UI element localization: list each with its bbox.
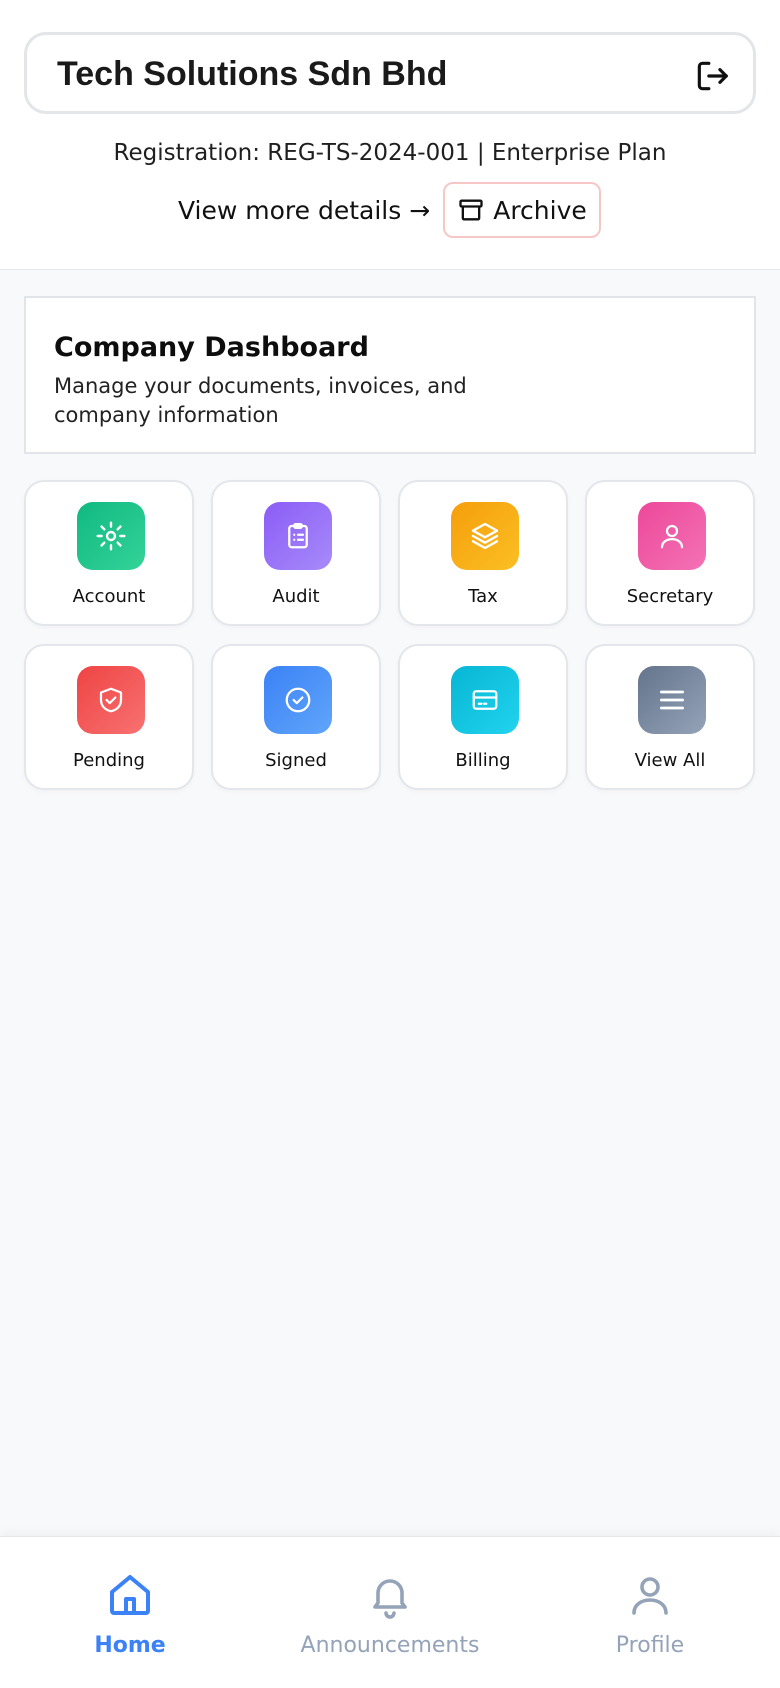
tile-pending[interactable]: Pending <box>24 644 194 790</box>
tile-tax[interactable]: Tax <box>398 480 568 626</box>
secretary-tile-icon <box>638 502 706 570</box>
tile-secretary[interactable]: Secretary <box>585 480 755 626</box>
tile-label: Secretary <box>626 586 714 607</box>
tile-billing[interactable]: Billing <box>398 644 568 790</box>
card-icon <box>472 690 498 710</box>
tile-label: Billing <box>455 750 511 771</box>
tile-account[interactable]: Account <box>24 480 194 626</box>
clipboard-icon <box>288 523 308 549</box>
tax-tile-icon <box>451 502 519 570</box>
nav-home-label: Home <box>94 1633 166 1658</box>
tile-label: Signed <box>265 750 327 771</box>
tile-audit[interactable]: Audit <box>211 480 381 626</box>
tile-label: Tax <box>468 586 498 607</box>
bottom-nav: Home Announcements Profile <box>0 1536 780 1688</box>
home-icon <box>110 1575 150 1615</box>
bell-icon <box>373 1579 407 1619</box>
nav-home[interactable]: Home <box>30 1571 230 1671</box>
archive-button[interactable]: Archive <box>443 182 601 238</box>
dashboard-title: Company Dashboard <box>54 332 369 363</box>
user-icon <box>660 524 684 549</box>
check-circle-icon <box>285 687 311 713</box>
nav-profile[interactable]: Profile <box>550 1571 750 1671</box>
layers-icon <box>471 522 499 550</box>
tile-label: Pending <box>73 750 145 771</box>
nav-announcements-label: Announcements <box>300 1633 480 1658</box>
tile-label: View All <box>634 750 706 771</box>
shortcut-grid: Account Audit Tax Secretary Pending Sign… <box>24 480 756 790</box>
company-name: Tech Solutions Sdn Bhd <box>57 55 448 93</box>
dashboard-subtitle: Manage your documents, invoices, and com… <box>54 374 467 427</box>
registration-info: Registration: REG-TS-2024-001 | Enterpri… <box>113 140 667 166</box>
gear-icon <box>96 521 126 551</box>
tile-label: Audit <box>272 586 320 607</box>
header: Tech Solutions Sdn Bhd Registration: REG… <box>0 0 780 270</box>
tile-label: Account <box>72 586 146 607</box>
dashboard-card: Company Dashboard Manage your documents,… <box>24 296 756 454</box>
view-more-details-link[interactable]: View more details → <box>178 196 430 225</box>
shield-check-icon <box>99 687 123 713</box>
signed-tile-icon <box>264 666 332 734</box>
nav-announcements[interactable]: Announcements <box>290 1571 490 1671</box>
nav-profile-label: Profile <box>615 1633 685 1658</box>
logout-icon <box>697 61 728 91</box>
archive-icon <box>459 199 483 221</box>
details-row: View more details → Archive <box>0 180 780 240</box>
archive-label: Archive <box>493 195 587 225</box>
logout-button[interactable] <box>691 55 733 97</box>
account-tile-icon <box>77 502 145 570</box>
menu-icon <box>660 690 684 710</box>
profile-icon <box>632 1577 668 1615</box>
tile-signed[interactable]: Signed <box>211 644 381 790</box>
tile-view-all[interactable]: View All <box>585 644 755 790</box>
billing-tile-icon <box>451 666 519 734</box>
company-bar: Tech Solutions Sdn Bhd <box>24 32 756 114</box>
audit-tile-icon <box>264 502 332 570</box>
pending-tile-icon <box>77 666 145 734</box>
view-all-tile-icon <box>638 666 706 734</box>
